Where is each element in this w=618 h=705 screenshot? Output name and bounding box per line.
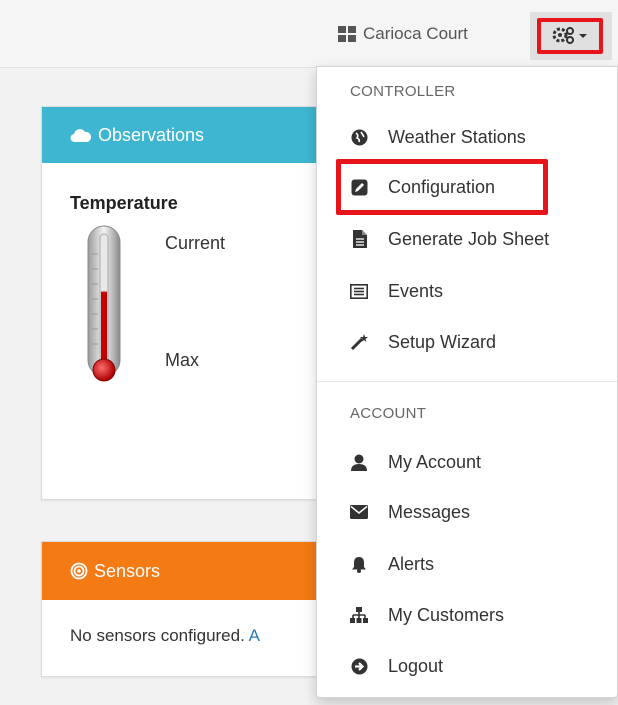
cloud-icon: [70, 129, 92, 143]
menu-item-label: My Customers: [388, 604, 505, 625]
current-label: Current: [165, 233, 226, 253]
menu-item-label: Weather Stations: [388, 126, 526, 147]
target-icon: [70, 562, 88, 580]
bell-icon: [350, 555, 368, 573]
top-navbar: Carioca Court: [0, 0, 618, 68]
menu-item-alerts[interactable]: Alerts: [317, 544, 617, 584]
user-icon: [350, 453, 368, 471]
sitemap-icon: [350, 606, 368, 624]
menu-item-label: Events: [388, 280, 444, 301]
menu-item-label: Configuration: [388, 176, 496, 197]
menu-item-messages[interactable]: Messages: [317, 492, 617, 532]
grid-icon: [337, 25, 357, 43]
sensors-title: Sensors: [94, 560, 161, 581]
menu-item-weather-stations[interactable]: Weather Stations: [317, 117, 617, 157]
menu-item-my-account[interactable]: My Account: [317, 442, 617, 482]
menu-item-label: Messages: [388, 501, 471, 522]
thermometer-icon: [87, 225, 121, 382]
sensors-header: Sensors: [42, 542, 340, 600]
menu-divider: [317, 381, 617, 382]
settings-dropdown-menu: CONTROLLER Weather Stations Configuratio…: [316, 66, 618, 698]
menu-item-label: Logout: [388, 655, 444, 676]
globe-icon: [350, 128, 368, 146]
edit-icon: [350, 178, 368, 196]
sensors-message: No sensors configured.: [70, 626, 245, 645]
menu-item-label: Alerts: [388, 553, 435, 574]
magic-wand-icon: [350, 333, 368, 351]
menu-item-setup-wizard[interactable]: Setup Wizard: [317, 322, 617, 362]
controller-header: CONTROLLER: [350, 83, 456, 100]
menu-item-events[interactable]: Events: [317, 271, 617, 311]
menu-item-label: Setup Wizard: [388, 331, 497, 352]
menu-item-logout[interactable]: Logout: [317, 646, 617, 686]
envelope-icon: [350, 503, 368, 521]
list-icon: [350, 282, 368, 300]
menu-item-generate-job-sheet[interactable]: Generate Job Sheet: [317, 219, 617, 259]
site-name: Carioca Court: [363, 24, 468, 43]
menu-item-label: My Account: [388, 451, 482, 472]
file-icon: [350, 230, 368, 248]
menu-item-configuration[interactable]: Configuration: [317, 167, 617, 207]
menu-item-my-customers[interactable]: My Customers: [317, 595, 617, 635]
temperature-label: Temperature: [70, 193, 178, 213]
circle-arrow-right-icon: [350, 657, 368, 675]
max-label: Max: [165, 350, 200, 370]
site-switcher-link[interactable]: Carioca Court: [337, 22, 468, 46]
menu-item-label: Generate Job Sheet: [388, 228, 550, 249]
observations-title: Observations: [98, 124, 205, 145]
settings-menu-button[interactable]: [530, 12, 612, 60]
observations-header: Observations: [42, 107, 340, 163]
add-sensor-link[interactable]: A: [249, 626, 260, 645]
sensors-message-row: No sensors configured. A: [42, 600, 340, 646]
observations-panel: Observations Temperature Current Max: [41, 106, 341, 500]
account-header: ACCOUNT: [350, 405, 427, 422]
gears-icon: [552, 27, 587, 44]
sensors-panel: Sensors No sensors configured. A: [41, 541, 341, 677]
